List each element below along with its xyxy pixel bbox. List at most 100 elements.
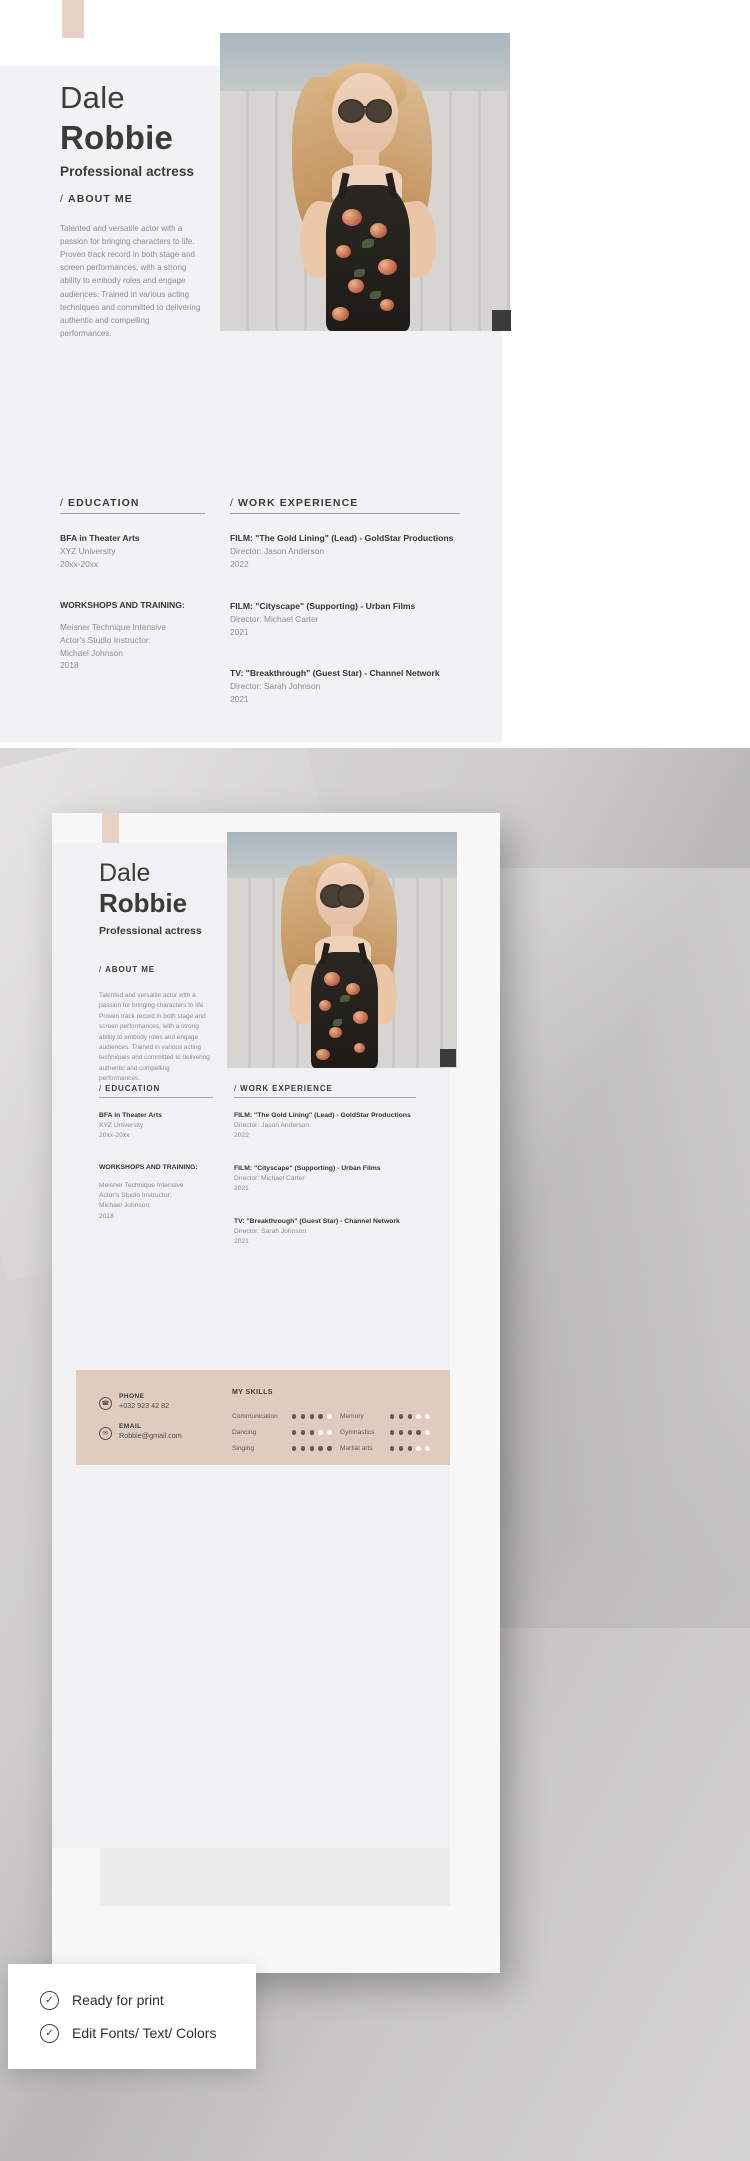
- skill-dot-filled: [327, 1446, 332, 1451]
- skill-dot-filled: [407, 1430, 412, 1435]
- skill-level-dots: [390, 1446, 430, 1451]
- education-section-heading: / EDUCATION: [99, 1084, 161, 1093]
- workshops-heading: WORKSHOPS AND TRAINING:: [60, 600, 185, 610]
- phone-contact[interactable]: PHONE +032 923 42 82: [119, 1393, 169, 1410]
- skill-row: Gymnastics: [340, 1429, 430, 1436]
- slash-icon: /: [99, 965, 103, 974]
- resume-preview-flat: Dale Robbie Professional actress / ABOUT …: [0, 0, 750, 930]
- work-divider: [230, 513, 460, 514]
- skill-dot-filled: [309, 1430, 314, 1435]
- skill-dot-empty: [416, 1414, 421, 1419]
- skill-dot-filled: [292, 1446, 297, 1451]
- sunglasses-icon: [338, 99, 392, 123]
- education-section-heading: / EDUCATION: [60, 497, 140, 509]
- skill-name: Gymnastics: [340, 1429, 375, 1436]
- mockup-footer-band: [100, 1848, 450, 1906]
- badge-item: ✓ Edit Fonts/ Text/ Colors: [40, 2023, 256, 2043]
- work-section-heading: / WORK EXPERIENCE: [230, 497, 359, 509]
- skill-level-dots: [390, 1414, 430, 1419]
- workshops-entry: Meisner Technique Intensive Actor's Stud…: [60, 622, 166, 671]
- badge-label: Ready for print: [72, 1992, 164, 2008]
- first-name: Dale: [99, 859, 151, 887]
- skill-row: Dancing: [232, 1429, 332, 1436]
- skill-dot-empty: [425, 1430, 430, 1435]
- mockup-paper: Dale Robbie Professional actress / ABOUT …: [52, 813, 500, 1973]
- photo-corner-accent: [440, 1049, 456, 1067]
- skill-level-dots: [390, 1430, 430, 1435]
- skill-dot-filled: [300, 1446, 306, 1451]
- skill-name: Martial arts: [340, 1445, 373, 1452]
- slash-icon: /: [99, 1084, 103, 1093]
- skill-dot-filled: [398, 1414, 404, 1419]
- skill-row: Martial arts: [340, 1445, 430, 1452]
- education-entry: BFA in Theater Arts XYZ University 20xx-…: [60, 533, 140, 569]
- skill-dot-empty: [425, 1446, 430, 1451]
- email-contact[interactable]: EMAIL Robbie@gmail.com: [119, 1423, 182, 1440]
- skill-dot-filled: [390, 1446, 395, 1451]
- education-entry: BFA in Theater Arts XYZ University 20xx-…: [99, 1112, 162, 1140]
- skill-dot-empty: [327, 1414, 332, 1419]
- portrait-photo: [220, 33, 510, 331]
- about-paragraph: Talented and versatile actor with a pass…: [99, 992, 210, 1082]
- skill-level-dots: [292, 1430, 332, 1435]
- skill-name: Memory: [340, 1413, 364, 1420]
- envelope-icon: ✉: [99, 1427, 112, 1440]
- slash-icon: /: [60, 497, 65, 509]
- slash-icon: /: [60, 193, 65, 205]
- check-circle-icon: ✓: [40, 2023, 59, 2043]
- skill-dot-empty: [425, 1414, 430, 1419]
- skill-dot-filled: [300, 1414, 306, 1419]
- work-entry: TV: "Breakthrough" (Guest Star) - Channe…: [234, 1218, 400, 1246]
- badge-label: Edit Fonts/ Text/ Colors: [72, 2025, 217, 2041]
- skill-dot-empty: [318, 1430, 323, 1435]
- skill-row: Memory: [340, 1413, 430, 1420]
- skill-level-dots: [292, 1446, 332, 1451]
- about-section-heading: / ABOUT ME: [60, 193, 133, 205]
- work-entry: FILM: "Cityscape" (Supporting) - Urban F…: [230, 601, 416, 637]
- skill-name: Singing: [232, 1445, 254, 1452]
- skill-dot-filled: [398, 1446, 404, 1451]
- skills-heading: MY SKILLS: [232, 1389, 273, 1396]
- skill-dot-filled: [407, 1414, 412, 1419]
- work-entry: FILM: "Cityscape" (Supporting) - Urban F…: [234, 1165, 381, 1193]
- accent-tab-decoration: [62, 0, 84, 38]
- skill-dot-filled: [398, 1430, 404, 1435]
- education-divider: [99, 1097, 213, 1098]
- workshops-entry: Meisner Technique Intensive Actor's Stud…: [99, 1182, 184, 1220]
- last-name: Robbie: [99, 888, 188, 919]
- skill-row: Singing: [232, 1445, 332, 1452]
- accent-tab-decoration: [102, 813, 119, 843]
- skill-dot-filled: [318, 1414, 323, 1419]
- name-block: Dale Robbie Professional actress: [99, 860, 202, 937]
- skill-dot-filled: [390, 1414, 395, 1419]
- work-section-heading: / WORK EXPERIENCE: [234, 1084, 333, 1093]
- workshops-heading: WORKSHOPS AND TRAINING:: [99, 1164, 198, 1171]
- phone-icon: ☎: [99, 1397, 112, 1410]
- skill-dot-filled: [309, 1414, 314, 1419]
- work-entry: FILM: "The Gold Lining" (Lead) - GoldSta…: [230, 533, 454, 569]
- skill-dot-filled: [292, 1414, 297, 1419]
- work-divider: [234, 1097, 416, 1098]
- skill-dot-filled: [309, 1446, 314, 1451]
- skill-dot-filled: [300, 1430, 306, 1435]
- skill-dot-filled: [292, 1430, 297, 1435]
- badge-item: ✓ Ready for print: [40, 1990, 256, 2010]
- skill-dot-empty: [327, 1430, 332, 1435]
- skill-dot-filled: [318, 1446, 323, 1451]
- about-section-heading: / ABOUT ME: [99, 965, 155, 974]
- resume-mockup-scene: Dale Robbie Professional actress / ABOUT …: [0, 748, 750, 2161]
- slash-icon: /: [234, 1084, 238, 1093]
- skill-dot-filled: [407, 1446, 412, 1451]
- sunglasses-icon: [320, 884, 364, 908]
- portrait-photo: [227, 832, 457, 1068]
- skill-dot-filled: [416, 1430, 421, 1435]
- skill-dot-filled: [390, 1430, 395, 1435]
- feature-badge-card: ✓ Ready for print ✓ Edit Fonts/ Text/ Co…: [8, 1964, 256, 2069]
- skill-name: Dancing: [232, 1429, 257, 1436]
- skill-name: Communication: [232, 1413, 278, 1420]
- job-title: Professional actress: [99, 925, 202, 938]
- about-paragraph: Talented and versatile actor with a pass…: [60, 224, 201, 338]
- skill-row: Communication: [232, 1413, 332, 1420]
- education-divider: [60, 513, 205, 514]
- skill-level-dots: [292, 1414, 332, 1419]
